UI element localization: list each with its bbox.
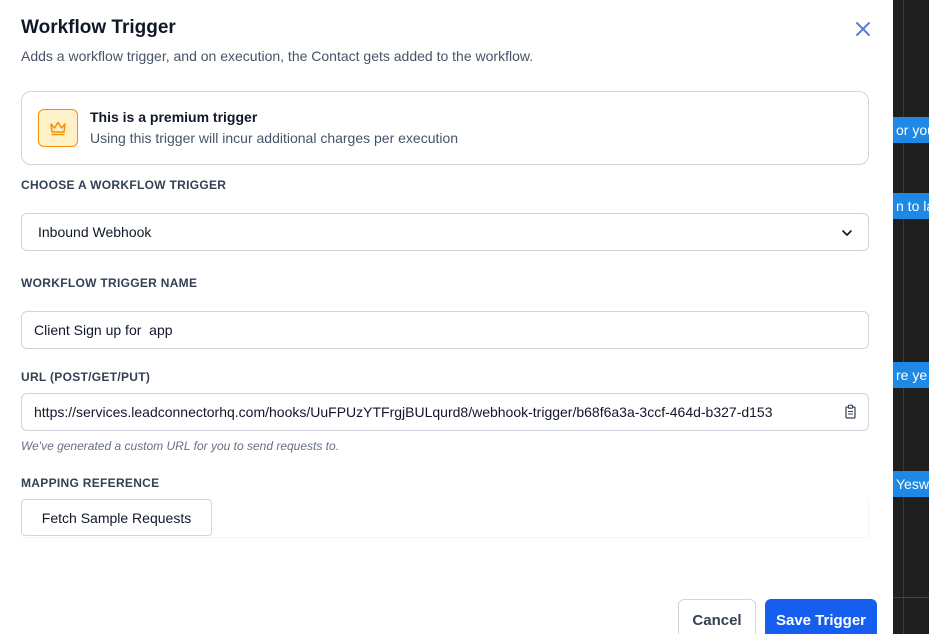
trigger-name-input[interactable] [21, 311, 869, 349]
workflow-trigger-modal: Workflow Trigger Adds a workflow trigger… [0, 0, 893, 634]
crown-icon [38, 109, 78, 147]
canvas-divider [903, 0, 904, 634]
background-snippet: or you [893, 117, 929, 143]
premium-description: Using this trigger will incur additional… [90, 130, 459, 146]
mapping-label: MAPPING REFERENCE [21, 476, 160, 490]
canvas-divider [893, 597, 929, 598]
background-snippet: n to la [893, 193, 929, 219]
background-snippet: Yesw [893, 471, 929, 497]
modal-subtitle: Adds a workflow trigger, and on executio… [21, 48, 534, 64]
trigger-name-label: WORKFLOW TRIGGER NAME [21, 276, 198, 290]
url-label: URL (POST/GET/PUT) [21, 370, 151, 384]
fetch-sample-requests-button[interactable]: Fetch Sample Requests [21, 499, 212, 536]
cancel-button[interactable]: Cancel [678, 599, 756, 634]
url-hint: We've generated a custom URL for you to … [21, 439, 340, 453]
url-field[interactable]: https://services.leadconnectorhq.com/hoo… [21, 393, 869, 431]
chevron-down-icon [842, 230, 852, 236]
trigger-select-label: CHOOSE A WORKFLOW TRIGGER [21, 178, 227, 192]
background-canvas: or you n to la re ye Yesw [893, 0, 929, 634]
premium-title: This is a premium trigger [90, 109, 258, 125]
premium-notice: This is a premium trigger Using this tri… [21, 91, 869, 165]
url-value: https://services.leadconnectorhq.com/hoo… [34, 404, 773, 420]
copy-icon[interactable] [844, 404, 858, 420]
trigger-select-value: Inbound Webhook [38, 224, 152, 240]
save-trigger-button[interactable]: Save Trigger [765, 599, 877, 634]
trigger-select[interactable]: Inbound Webhook [21, 213, 869, 251]
close-icon[interactable] [853, 19, 873, 39]
modal-title: Workflow Trigger [21, 17, 176, 38]
background-snippet: re ye [893, 362, 929, 388]
